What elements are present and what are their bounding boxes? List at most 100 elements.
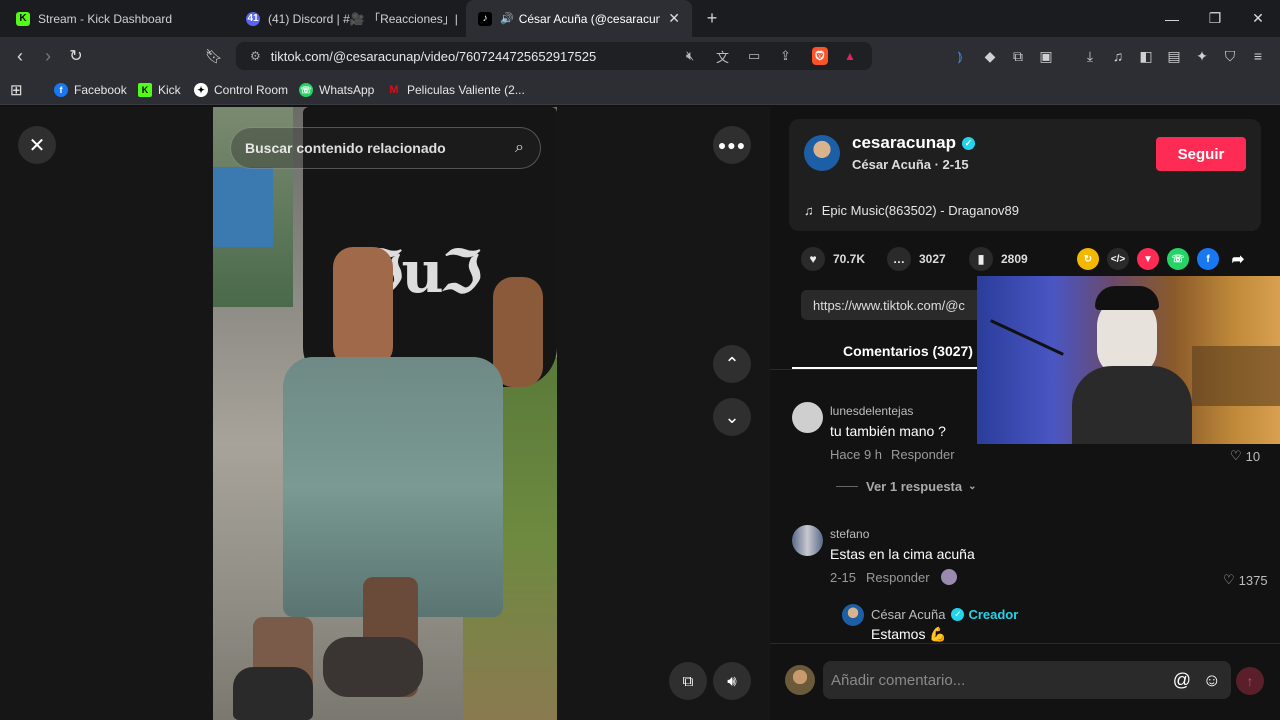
leo-ai-icon[interactable]: ✦ [1192,46,1212,66]
search-icon[interactable]: ⌕ [515,139,524,157]
control-room-icon: ✦ [194,83,208,97]
bookmark-control-room[interactable]: ✦ Control Room [194,80,288,100]
whatsapp-share-icon[interactable]: ☏ [1167,248,1189,270]
copy-link-field[interactable]: https://www.tiktok.com/@c [801,290,1001,320]
next-video-button[interactable]: ⌄ [713,398,751,436]
creator-info-card: cesaracunap ✓ César Acuña · 2-15 Seguir … [789,119,1261,231]
add-comment-input[interactable]: Añadir comentario... @ ☺ [823,661,1231,699]
extensions-icon[interactable]: ⧉ [1008,46,1028,66]
view-replies-button[interactable]: Ver 1 respuesta ⌄ [836,479,977,494]
bookmarks-bar: ⊞ f Facebook K Kick ✦ Control Room ☏ Wha… [0,75,1280,105]
comment-like-count: 1375 [1238,572,1268,588]
whatsapp-icon: ☏ [299,83,313,97]
vpn-icon[interactable]: ⛉ [1220,46,1240,66]
streamer-webcam-overlay [977,276,1280,444]
comment-like[interactable]: ♡ 10 [1230,448,1260,464]
post-comment-button[interactable]: ↑ [1236,667,1264,695]
menu-icon[interactable]: ≡ [1248,46,1268,66]
previous-video-button[interactable]: ⌃ [713,345,751,383]
comment-username[interactable]: lunesdelentejas [830,404,913,418]
bookmark-kick[interactable]: K Kick [138,80,181,100]
commenter-avatar[interactable] [792,402,823,433]
downloads-icon[interactable]: ⤓ [1080,46,1100,66]
related-search-bar[interactable]: Buscar contenido relacionado ⌕ [230,127,541,169]
brave-rewards-icon[interactable]: ▲ [844,49,856,63]
bookmark-icon: ▮ [969,247,993,271]
tab-tiktok[interactable]: ♪ 🔊 César Acuña (@cesaracunap) ✕ [466,0,692,37]
site-info-icon[interactable]: ⚙ [250,49,261,63]
wallet-icon[interactable]: ▣ [1036,46,1056,66]
my-avatar [785,665,815,695]
emoji-icon[interactable]: ☺ [1203,670,1221,691]
share-page-icon[interactable]: ⇪ [780,48,791,64]
follow-button[interactable]: Seguir [1156,137,1246,171]
facebook-icon: f [54,83,68,97]
close-video-button[interactable]: ✕ [18,126,56,164]
chevron-down-icon: ⌄ [968,481,977,492]
media-icon[interactable]: ♫ [1108,46,1128,66]
tab-discord[interactable]: 41 (41) Discord | #🎥 「Reacciones」| BR [234,0,462,37]
embed-code-icon[interactable]: </> [1107,248,1129,270]
new-tab-button[interactable]: + [698,0,726,37]
audio-blocked-icon[interactable]: 🔇︎ [686,48,694,64]
right-shoe [323,637,423,697]
bookmark-label: Kick [158,83,181,97]
video-player[interactable]: ℑuℑ [213,107,557,720]
discord-icon: 41 [246,11,260,26]
bookmark-whatsapp[interactable]: ☏ WhatsApp [299,80,374,100]
commenter-avatar[interactable] [792,525,823,556]
bookmark-facebook[interactable]: f Facebook [54,80,127,100]
like-stat[interactable]: ♥ 70.7K [801,247,865,271]
speaker-icon: 🔊 [500,13,514,25]
mention-icon[interactable]: @ [1173,670,1191,691]
verified-icon: ✓ [951,608,965,621]
add-comment-placeholder: Añadir comentario... [831,671,966,689]
brave-wallet-icon[interactable]: ▤ [1164,46,1184,66]
creator-reply-username[interactable]: César Acuña [871,607,945,622]
comment-username[interactable]: stefano [830,527,869,541]
like-count: 70.7K [833,252,866,266]
save-stat[interactable]: ▮ 2809 [969,247,1028,271]
apps-grid-icon[interactable]: ⊞ [10,80,23,100]
minimize-icon[interactable]: — [1150,0,1194,37]
maximize-icon[interactable]: ❐ [1193,0,1237,37]
floating-player-button[interactable]: ⧉ [669,662,707,700]
bookmark-page-icon[interactable]: 🔖︎ [200,37,228,75]
comment-bubble-icon: … [887,247,911,271]
share-arrow-icon[interactable]: ➦ [1227,248,1249,270]
cast-icon[interactable]: ▭ [748,48,760,64]
creator-username-row: cesaracunap ✓ [852,133,975,153]
send-to-friends-icon[interactable]: ▼ [1137,248,1159,270]
reply-button[interactable]: Responder [891,447,955,462]
creator-avatar[interactable] [804,135,840,171]
forward-icon[interactable]: › [34,37,62,75]
left-shoe [233,667,313,720]
brave-shields-icon[interactable]: 🦁︎ [812,47,828,65]
close-tab-icon[interactable]: ✕ [660,10,680,27]
creator-username[interactable]: cesaracunap [852,133,956,153]
window-close-icon[interactable]: ✕ [1236,0,1280,37]
repost-icon[interactable]: ↻ [1077,248,1099,270]
reply-button[interactable]: Responder [866,570,930,585]
mic-arm [990,319,1064,356]
creator-reply-avatar[interactable] [842,604,864,626]
bookmark-peliculas[interactable]: M Peliculas Valiente (2... [387,80,524,100]
heart-outline-icon: ♡ [1230,448,1242,463]
translate-icon[interactable]: 文 [716,47,729,66]
tab-kick-dashboard[interactable]: K Stream - Kick Dashboard [4,0,232,37]
sidebar-icon[interactable]: ◧ [1136,46,1156,66]
brave-talk-icon[interactable]: ⦆ [950,46,970,66]
extension-diamond-icon[interactable]: ◆ [980,46,1000,66]
back-icon[interactable]: ‹ [6,37,34,75]
facebook-share-icon[interactable]: f [1197,248,1219,270]
comment-like[interactable]: ♡ 1375 [1223,572,1268,588]
streamer-body [1072,366,1192,444]
music-link[interactable]: ♫ Epic Music(863502) - Draganov89 [804,203,1019,218]
more-options-button[interactable]: ●●● [713,126,751,164]
bookmark-label: Facebook [74,83,127,97]
address-bar[interactable]: ⚙ tiktok.com/@cesaracunap/video/76072447… [236,42,872,70]
comment-stat[interactable]: … 3027 [887,247,946,271]
browser-toolbar: ‹ › ↻ 🔖︎ ⚙ tiktok.com/@cesaracunap/video… [0,37,1280,75]
volume-button[interactable]: 🔊︎ [713,662,751,700]
reload-icon[interactable]: ↻ [62,37,90,75]
